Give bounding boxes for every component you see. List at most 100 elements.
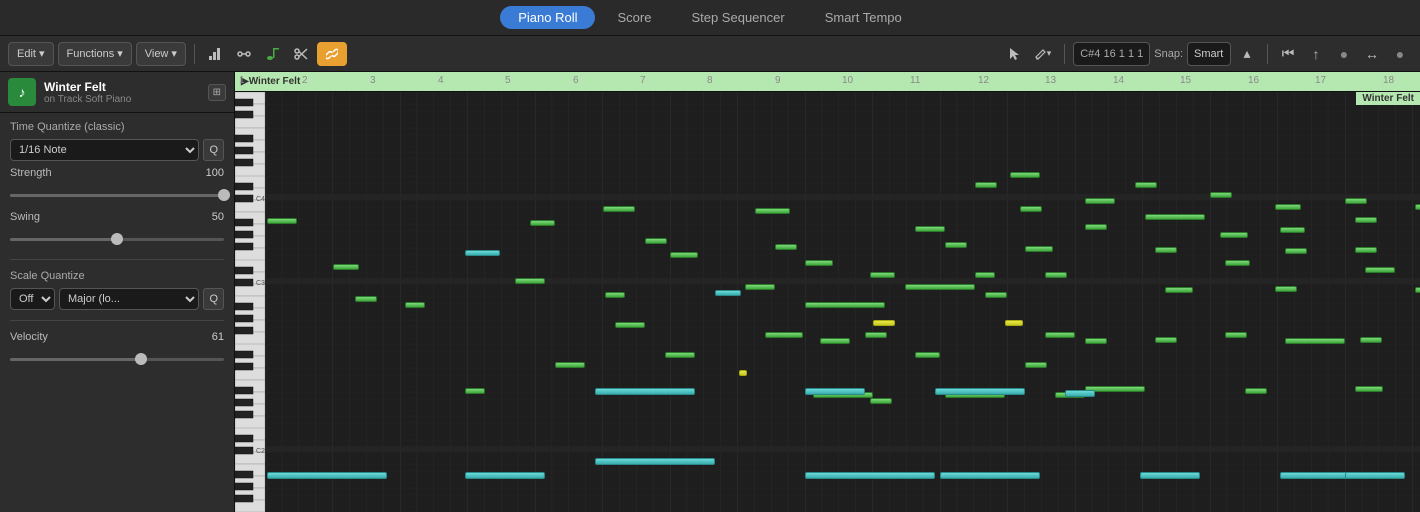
snap-up-btn[interactable]: ▴ [1235,42,1259,66]
arrow-up-btn[interactable]: ↑ [1304,42,1328,66]
scale-q-btn[interactable]: Q [203,288,224,310]
note [1045,272,1067,278]
note [267,218,297,224]
controls-panel: Time Quantize (classic) 1/16 Note Q Stre… [0,113,234,377]
note [665,352,695,358]
tab-score[interactable]: Score [599,6,669,29]
note [1085,224,1107,230]
note [1280,227,1305,233]
toolbar: Edit ▾ Functions ▾ View ▾ ▾ C#4 16 1 1 1… [0,36,1420,72]
rewind-btn[interactable]: ⏮ [1276,42,1300,66]
scissors-icon-btn[interactable] [289,42,313,66]
velocity-thumb[interactable] [135,353,147,365]
svg-text:C2: C2 [256,448,265,455]
note [1415,204,1420,210]
note [670,252,698,258]
quantize-q-btn[interactable]: Q [203,139,224,161]
note [1145,214,1205,220]
note [1355,386,1383,392]
snap-area: Snap: Smart ▴ [1154,42,1259,66]
note [755,208,790,214]
note [1010,172,1040,178]
divider-2 [10,320,224,321]
piano-roll-area: ▶ Winter Felt 1 2 3 4 5 6 7 8 9 10 11 12… [235,72,1420,512]
note [595,458,715,465]
note-grid: Winter Felt [265,92,1420,512]
midi-icon-btn[interactable] [231,42,257,66]
timeline: ▶ Winter Felt 1 2 3 4 5 6 7 8 9 10 11 12… [235,72,1420,92]
svg-text:C4: C4 [256,196,265,203]
scale-quantize-title: Scale Quantize [10,270,224,282]
track-info: Winter Felt on Track Soft Piano [44,80,200,105]
note [1285,338,1345,344]
scale-off-select[interactable]: Off [10,288,55,310]
pencil-tool-btn[interactable]: ▾ [1030,42,1057,66]
note [820,338,850,344]
note [1165,287,1193,293]
strength-value: 100 [194,167,224,179]
chevron-down-icon: ▾ [171,47,177,60]
tab-bar: Piano Roll Score Step Sequencer Smart Te… [0,0,1420,36]
note [1285,248,1307,254]
edit-menu-btn[interactable]: Edit ▾ [8,42,54,66]
track-name: Winter Felt [44,80,200,94]
note [945,242,967,248]
region-play-icon: ▶ [241,76,249,87]
note [805,388,865,395]
quantize-select[interactable]: 1/16 Note [10,139,199,161]
snap-select[interactable]: Smart [1187,42,1231,66]
note [805,302,885,308]
note-icon-btn[interactable] [261,42,285,66]
note [940,472,1040,479]
track-expand-btn[interactable]: ⊞ [208,84,226,101]
pointer-tool-btn[interactable] [1002,42,1026,66]
note [1345,472,1405,479]
speaker-btn[interactable]: ● [1388,42,1412,66]
swing-thumb[interactable] [111,233,123,245]
note [805,472,935,479]
swing-value: 50 [194,211,224,223]
region-name-left: Winter Felt [249,76,301,87]
loop-btn[interactable]: ↔ [1360,42,1384,66]
velocity-row: Velocity 61 [10,331,224,343]
view-menu-btn[interactable]: View ▾ [136,42,186,66]
velocity-value: 61 [194,331,224,343]
tab-smart-tempo[interactable]: Smart Tempo [807,6,920,29]
note [1155,337,1177,343]
key-position-display: C#4 16 1 1 1 [1073,42,1150,66]
note [915,226,945,232]
note [870,398,892,404]
tab-piano-roll[interactable]: Piano Roll [500,6,595,29]
note [975,272,995,278]
note [1020,206,1042,212]
note [1345,198,1367,204]
scale-type-select[interactable]: Major (lo... [59,288,199,310]
swing-slider[interactable] [10,231,224,247]
note [1135,182,1157,188]
note [739,370,747,376]
left-panel: ♪ Winter Felt on Track Soft Piano ⊞ Time… [0,72,235,512]
scale-row: Off Major (lo... Q [10,288,224,310]
swing-row: Swing 50 [10,211,224,223]
velocity-slider[interactable] [10,351,224,367]
region-name-right: Winter Felt [1356,92,1420,105]
music-note-icon: ♪ [19,84,26,100]
record-btn[interactable]: ● [1332,42,1356,66]
strength-slider[interactable] [10,187,224,203]
note [1025,246,1053,252]
functions-menu-btn[interactable]: Functions ▾ [58,42,132,66]
note [805,260,833,266]
link-btn[interactable] [317,42,347,66]
separator-2 [1064,44,1065,64]
quantize-icon-btn[interactable] [203,42,227,66]
note [1415,287,1420,293]
svg-text:C3: C3 [256,280,265,287]
note [1365,267,1395,273]
strength-thumb[interactable] [218,189,230,201]
note [765,332,803,338]
track-header: ♪ Winter Felt on Track Soft Piano ⊞ [0,72,234,113]
track-subtitle: on Track Soft Piano [44,94,200,105]
note [1275,286,1297,292]
note [615,322,645,328]
tab-step-sequencer[interactable]: Step Sequencer [673,6,802,29]
